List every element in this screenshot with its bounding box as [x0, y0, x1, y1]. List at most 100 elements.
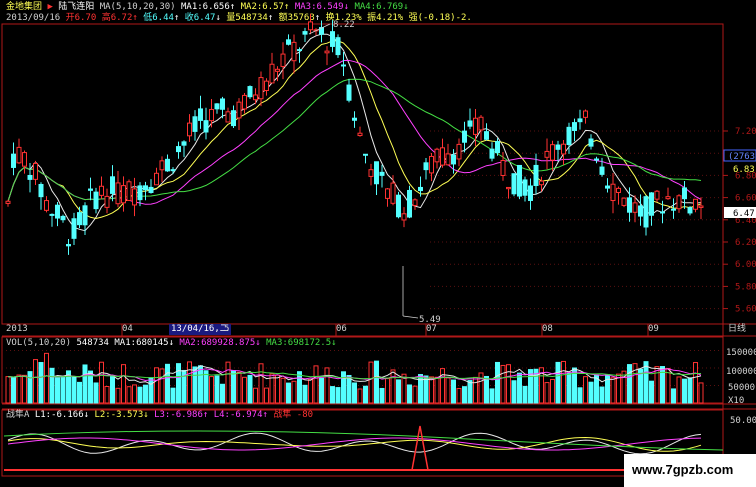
- volume-bar: [99, 361, 104, 404]
- candle-body: [242, 94, 247, 110]
- indicator-line-1: [7, 432, 702, 455]
- volume-bar: [319, 377, 324, 404]
- candle-body: [291, 41, 297, 62]
- candle-body: [434, 148, 440, 163]
- candle-body: [49, 213, 55, 216]
- candle-body: [671, 208, 676, 211]
- candle-body: [187, 122, 192, 137]
- cursor-date[interactable]: 13/04/16,二: [169, 324, 231, 335]
- candle-body: [357, 132, 363, 137]
- candle-body: [121, 185, 126, 204]
- volume-bar: [104, 385, 110, 404]
- volume-bar: [264, 387, 269, 404]
- volume-bar: [55, 377, 60, 404]
- candle-body: [99, 185, 104, 196]
- volume-bar: [313, 365, 319, 404]
- volume-bar: [374, 360, 379, 404]
- candle-body: [60, 215, 66, 221]
- volume-bar: [627, 364, 632, 404]
- volume-bar: [462, 386, 467, 404]
- candle-body: [16, 146, 22, 164]
- time-label-2013: 2013: [6, 324, 28, 334]
- candle-body: [418, 186, 423, 192]
- candle-body: [599, 166, 605, 175]
- candle-body: [462, 130, 467, 143]
- candle-body: [330, 31, 335, 47]
- candle-body: [489, 148, 495, 159]
- ind-zy-val: -80: [296, 410, 314, 420]
- volume-bar: [676, 376, 682, 404]
- candle-body: [533, 164, 539, 187]
- volume-bar: [533, 368, 539, 404]
- volume-bar: [643, 361, 649, 404]
- candle-body: [616, 187, 621, 193]
- candle-body: [649, 192, 654, 216]
- stock-chart-window: 金地集团 ▶ 陆飞连阳 MA(5,10,20,30) MA1:6.656↑ MA…: [0, 0, 756, 487]
- volume-bar: [429, 376, 434, 404]
- candle-body: [484, 131, 489, 140]
- candle-body: [605, 185, 610, 189]
- candle-body: [143, 185, 148, 191]
- volume-params[interactable]: VOL(5,10,20): [6, 338, 71, 348]
- candle-body: [38, 183, 44, 198]
- volume-bar: [412, 385, 418, 404]
- candle-body: [170, 169, 176, 172]
- candle-body: [517, 164, 522, 197]
- candle-body: [610, 183, 616, 202]
- candle-body: [335, 37, 341, 56]
- volume-bar: [330, 386, 335, 404]
- volume-bar: [165, 363, 170, 404]
- volume-bar: [418, 374, 423, 404]
- candle-body: [363, 153, 368, 156]
- volume-bar: [522, 385, 528, 404]
- candle-body: [440, 147, 445, 166]
- volume-bar: [121, 364, 126, 404]
- ind-l1: L1:-6.166: [34, 410, 84, 420]
- volume-bar: [93, 382, 99, 404]
- volume-bar: [511, 380, 517, 404]
- price-tick-label: 6.60: [735, 194, 756, 204]
- candle-body: [621, 197, 627, 206]
- candle-body: [148, 186, 154, 193]
- candle-body: [44, 200, 49, 211]
- candle-body: [82, 205, 88, 226]
- candle-body: [539, 180, 544, 186]
- candle-body: [192, 116, 198, 132]
- volume-bar: [649, 380, 654, 404]
- candle-body: [66, 244, 71, 247]
- current-index: (2763): [728, 152, 756, 162]
- volume-bar: [335, 387, 341, 404]
- high-marker-label: 8.22: [333, 20, 355, 30]
- candle-body: [308, 21, 313, 31]
- volume-bar: [588, 381, 594, 404]
- volume-bar: [654, 366, 660, 404]
- volume-bar: [495, 361, 500, 404]
- volume-bar: [544, 382, 550, 404]
- volume-bar: [33, 359, 38, 404]
- period-button[interactable]: 日线: [728, 324, 746, 335]
- volume-bar: [143, 384, 148, 404]
- volume-bar: [550, 378, 555, 404]
- ind-l3: L3:-6.986: [154, 410, 203, 420]
- indicator-name[interactable]: 战隼A: [6, 410, 29, 420]
- candle-body: [176, 146, 181, 153]
- volume-bar: [368, 361, 374, 404]
- volume-bar: [489, 388, 495, 404]
- candle-body: [550, 144, 555, 161]
- candle-body: [214, 103, 220, 110]
- candle-body: [445, 153, 451, 166]
- volume-bar: [500, 364, 506, 404]
- candle-body: [467, 120, 473, 127]
- candle-body: [698, 205, 704, 208]
- candle-body: [511, 173, 517, 195]
- volume-bar: [610, 377, 616, 404]
- candle-body: [275, 68, 280, 72]
- candle-body: [627, 197, 632, 213]
- volume-bar: [385, 378, 390, 404]
- volume-bar: [308, 379, 313, 404]
- volume-header: VOL(5,10,20) 548734 MA1:680145↓ MA2:6899…: [6, 338, 337, 348]
- price-tick-label: 7.20: [735, 127, 756, 137]
- volume-bar: [214, 375, 220, 404]
- candle-body: [544, 150, 550, 158]
- candle-body: [154, 172, 159, 186]
